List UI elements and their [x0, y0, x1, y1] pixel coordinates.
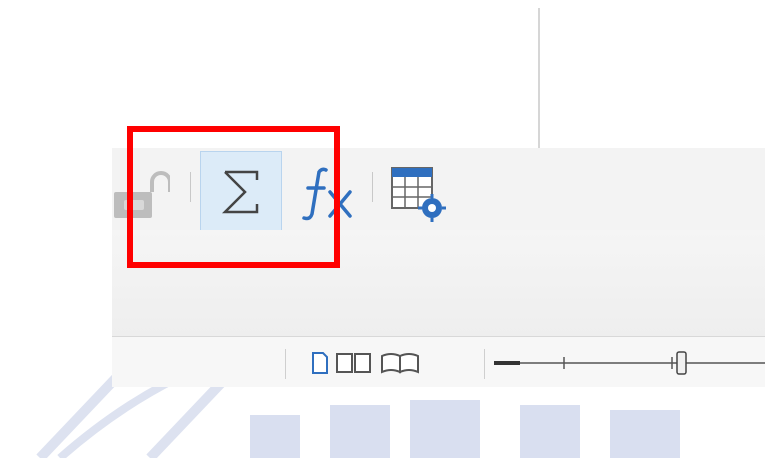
multi-page-view-button[interactable]	[334, 349, 374, 377]
vertical-divider	[538, 8, 540, 148]
status-separator	[484, 349, 485, 379]
status-separator	[285, 349, 286, 379]
highlight-box	[127, 126, 340, 268]
table-properties-button[interactable]	[386, 162, 452, 228]
zoom-slider[interactable]	[494, 347, 765, 379]
zoom-out-icon	[494, 361, 520, 365]
single-page-view-icon	[312, 352, 328, 374]
multi-page-view-icon	[336, 353, 371, 373]
toolbar-separator	[372, 172, 373, 202]
single-page-view-button[interactable]	[308, 349, 332, 377]
status-bar	[112, 336, 765, 387]
table-properties-icon	[391, 167, 446, 222]
book-view-button[interactable]	[378, 349, 422, 377]
book-view-icon	[381, 353, 419, 374]
zoom-thumb	[676, 351, 687, 375]
